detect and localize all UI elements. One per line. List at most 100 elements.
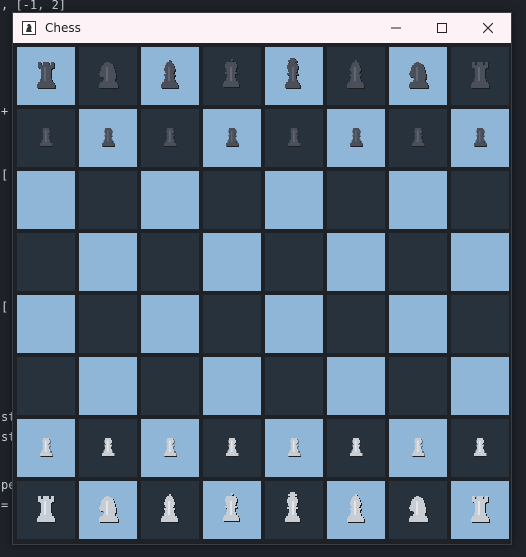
square-f2[interactable] xyxy=(327,419,385,477)
white-pawn-icon[interactable] xyxy=(159,433,182,463)
square-g6[interactable] xyxy=(389,171,447,229)
square-c2[interactable] xyxy=(141,419,199,477)
square-a2[interactable] xyxy=(17,419,75,477)
square-c6[interactable] xyxy=(141,171,199,229)
square-e8[interactable] xyxy=(265,47,323,105)
square-c5[interactable] xyxy=(141,233,199,291)
title-bar[interactable]: Chess xyxy=(13,13,511,43)
white-pawn-icon[interactable] xyxy=(35,433,58,463)
square-g1[interactable] xyxy=(389,481,447,539)
black-pawn-icon[interactable] xyxy=(221,123,244,153)
black-pawn-icon[interactable] xyxy=(345,123,368,153)
maximize-button[interactable] xyxy=(419,13,465,43)
black-queen-icon[interactable] xyxy=(218,58,246,94)
square-f5[interactable] xyxy=(327,233,385,291)
square-d7[interactable] xyxy=(203,109,261,167)
square-d8[interactable] xyxy=(203,47,261,105)
white-rook-icon[interactable] xyxy=(466,492,494,528)
white-bishop-icon[interactable] xyxy=(342,492,370,528)
square-b4[interactable] xyxy=(79,295,137,353)
black-pawn-icon[interactable] xyxy=(469,123,492,153)
square-c1[interactable] xyxy=(141,481,199,539)
square-h4[interactable] xyxy=(451,295,509,353)
square-f8[interactable] xyxy=(327,47,385,105)
square-h1[interactable] xyxy=(451,481,509,539)
white-knight-icon[interactable] xyxy=(94,492,122,528)
square-c7[interactable] xyxy=(141,109,199,167)
square-b3[interactable] xyxy=(79,357,137,415)
square-f7[interactable] xyxy=(327,109,385,167)
square-a3[interactable] xyxy=(17,357,75,415)
square-a7[interactable] xyxy=(17,109,75,167)
black-knight-icon[interactable] xyxy=(404,58,432,94)
square-b2[interactable] xyxy=(79,419,137,477)
black-knight-icon[interactable] xyxy=(94,58,122,94)
white-queen-icon[interactable] xyxy=(218,492,246,528)
square-g2[interactable] xyxy=(389,419,447,477)
black-king-icon[interactable] xyxy=(280,58,308,94)
square-d6[interactable] xyxy=(203,171,261,229)
square-a5[interactable] xyxy=(17,233,75,291)
square-g5[interactable] xyxy=(389,233,447,291)
white-pawn-icon[interactable] xyxy=(97,433,120,463)
square-h5[interactable] xyxy=(451,233,509,291)
square-h6[interactable] xyxy=(451,171,509,229)
square-c8[interactable] xyxy=(141,47,199,105)
white-pawn-icon[interactable] xyxy=(221,433,244,463)
square-e6[interactable] xyxy=(265,171,323,229)
square-b8[interactable] xyxy=(79,47,137,105)
white-king-icon[interactable] xyxy=(280,492,308,528)
square-d4[interactable] xyxy=(203,295,261,353)
square-h8[interactable] xyxy=(451,47,509,105)
square-f4[interactable] xyxy=(327,295,385,353)
square-h2[interactable] xyxy=(451,419,509,477)
white-pawn-icon[interactable] xyxy=(469,433,492,463)
square-d3[interactable] xyxy=(203,357,261,415)
black-rook-icon[interactable] xyxy=(32,58,60,94)
square-d1[interactable] xyxy=(203,481,261,539)
white-bishop-icon[interactable] xyxy=(156,492,184,528)
square-d5[interactable] xyxy=(203,233,261,291)
square-b1[interactable] xyxy=(79,481,137,539)
square-b5[interactable] xyxy=(79,233,137,291)
square-e7[interactable] xyxy=(265,109,323,167)
square-a1[interactable] xyxy=(17,481,75,539)
square-g4[interactable] xyxy=(389,295,447,353)
white-rook-icon[interactable] xyxy=(32,492,60,528)
square-b7[interactable] xyxy=(79,109,137,167)
square-a6[interactable] xyxy=(17,171,75,229)
black-pawn-icon[interactable] xyxy=(407,123,430,153)
square-g8[interactable] xyxy=(389,47,447,105)
white-pawn-icon[interactable] xyxy=(407,433,430,463)
square-e2[interactable] xyxy=(265,419,323,477)
square-g3[interactable] xyxy=(389,357,447,415)
square-e1[interactable] xyxy=(265,481,323,539)
black-pawn-icon[interactable] xyxy=(97,123,120,153)
white-knight-icon[interactable] xyxy=(404,492,432,528)
minimize-button[interactable] xyxy=(373,13,419,43)
black-rook-icon[interactable] xyxy=(466,58,494,94)
square-c3[interactable] xyxy=(141,357,199,415)
square-e3[interactable] xyxy=(265,357,323,415)
square-b6[interactable] xyxy=(79,171,137,229)
square-f3[interactable] xyxy=(327,357,385,415)
square-d2[interactable] xyxy=(203,419,261,477)
square-a4[interactable] xyxy=(17,295,75,353)
square-e5[interactable] xyxy=(265,233,323,291)
black-bishop-icon[interactable] xyxy=(156,58,184,94)
square-c4[interactable] xyxy=(141,295,199,353)
square-a8[interactable] xyxy=(17,47,75,105)
black-pawn-icon[interactable] xyxy=(35,123,58,153)
black-bishop-icon[interactable] xyxy=(342,58,370,94)
square-h3[interactable] xyxy=(451,357,509,415)
square-h7[interactable] xyxy=(451,109,509,167)
black-pawn-icon[interactable] xyxy=(159,123,182,153)
square-f6[interactable] xyxy=(327,171,385,229)
square-e4[interactable] xyxy=(265,295,323,353)
black-pawn-icon[interactable] xyxy=(283,123,306,153)
close-button[interactable] xyxy=(465,13,511,43)
square-f1[interactable] xyxy=(327,481,385,539)
white-pawn-icon[interactable] xyxy=(283,433,306,463)
square-g7[interactable] xyxy=(389,109,447,167)
white-pawn-icon[interactable] xyxy=(345,433,368,463)
